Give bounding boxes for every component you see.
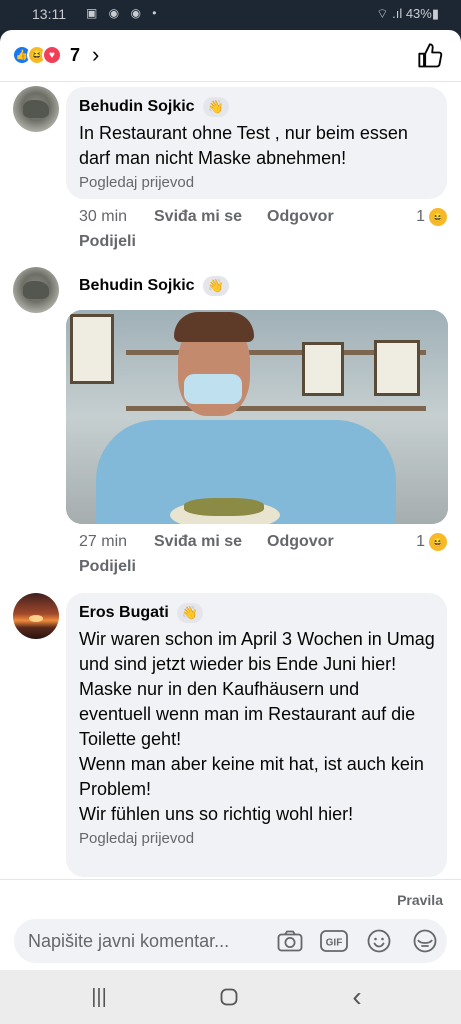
haha-icon: 😆 xyxy=(429,533,447,551)
reaction-icons: 👍 😆 ♥ xyxy=(12,45,62,65)
gif-label: GIF xyxy=(326,938,343,949)
back-button[interactable]: ‹ xyxy=(342,981,372,1012)
reaction-count: 7 xyxy=(70,45,81,65)
gif-icon[interactable]: GIF xyxy=(320,927,348,955)
reaction-number: 1 xyxy=(416,533,425,550)
wave-badge-icon: 👋 xyxy=(202,97,229,117)
see-translation-link[interactable]: Pogledaj prijevod xyxy=(79,174,435,191)
notification-icons: ▣ ◉ ◉ • xyxy=(86,6,161,20)
photo-shelf xyxy=(126,406,426,411)
share-button[interactable]: Podijeli xyxy=(79,558,136,576)
comment-time: 27 min xyxy=(79,533,128,550)
avatar[interactable] xyxy=(13,86,59,132)
comment-photo[interactable] xyxy=(66,310,448,524)
comment-composer: GIF xyxy=(14,919,447,963)
wave-badge-icon: 👋 xyxy=(202,276,229,296)
recents-button[interactable]: ||| xyxy=(84,984,114,1010)
rules-link[interactable]: Pravila xyxy=(397,892,443,908)
photo-frame xyxy=(374,340,420,396)
battery-signal-indicator: ⌔ .ıl 43%▮ xyxy=(376,6,439,21)
haha-icon: 😆 xyxy=(429,208,447,226)
avatar[interactable] xyxy=(13,593,59,639)
comment-reaction-count[interactable]: 1 😆 xyxy=(416,533,447,551)
reactions-header[interactable]: 👍 😆 ♥ 7 › xyxy=(0,30,461,82)
like-button[interactable]: Sviđa mi se xyxy=(154,208,242,226)
comment-text: Wir waren schon im April 3 Wochen in Uma… xyxy=(79,629,435,824)
photo-frame xyxy=(302,342,344,396)
footer-divider xyxy=(0,879,461,880)
comment-input[interactable] xyxy=(28,919,268,963)
comment-author-row: Behudin Sojkic 👋 xyxy=(79,275,229,297)
android-nav-bar: ||| ‹ xyxy=(0,970,461,1024)
status-bar: 13:11 ▣ ◉ ◉ • ⌔ .ıl 43%▮ xyxy=(0,0,461,30)
author-name[interactable]: Behudin Sojkic xyxy=(79,98,195,116)
see-translation-link[interactable]: Pogledaj prijevod xyxy=(79,830,435,847)
author-name[interactable]: Eros Bugati xyxy=(79,604,169,622)
emoji-icon[interactable] xyxy=(365,927,393,955)
reply-button[interactable]: Odgovor xyxy=(267,208,334,226)
like-button[interactable]: Sviđa mi se xyxy=(154,533,242,551)
wave-badge-icon: 👋 xyxy=(176,603,203,623)
reply-button[interactable]: Odgovor xyxy=(267,533,334,551)
author-name[interactable]: Behudin Sojkic xyxy=(79,277,195,295)
comment-reaction-count[interactable]: 1 😆 xyxy=(416,208,447,226)
comments-sheet: 👍 😆 ♥ 7 › Behudin Sojkic 👋 In Restaurant… xyxy=(0,30,461,970)
photo-food xyxy=(184,498,264,516)
photo-frame xyxy=(70,314,114,384)
comment-bubble[interactable]: Behudin Sojkic 👋 In Restaurant ohne Test… xyxy=(66,87,447,199)
camera-icon[interactable] xyxy=(276,927,304,955)
photo-mask xyxy=(184,374,242,404)
comment-bubble[interactable]: Eros Bugati 👋 Wir waren schon im April 3… xyxy=(66,593,447,877)
love-icon: ♥ xyxy=(42,45,62,65)
comment-text: In Restaurant ohne Test , nur beim essen… xyxy=(79,123,408,168)
comment-time: 30 min xyxy=(79,208,128,225)
status-time: 13:11 xyxy=(32,6,66,22)
avatar[interactable] xyxy=(13,267,59,313)
like-outline-icon[interactable] xyxy=(417,42,445,70)
share-button[interactable]: Podijeli xyxy=(79,233,136,251)
reaction-number: 1 xyxy=(416,208,425,225)
sticker-icon[interactable] xyxy=(411,927,439,955)
chevron-right-icon[interactable]: › xyxy=(92,42,99,68)
home-button[interactable] xyxy=(214,984,244,1010)
photo-person-hair xyxy=(174,312,254,342)
